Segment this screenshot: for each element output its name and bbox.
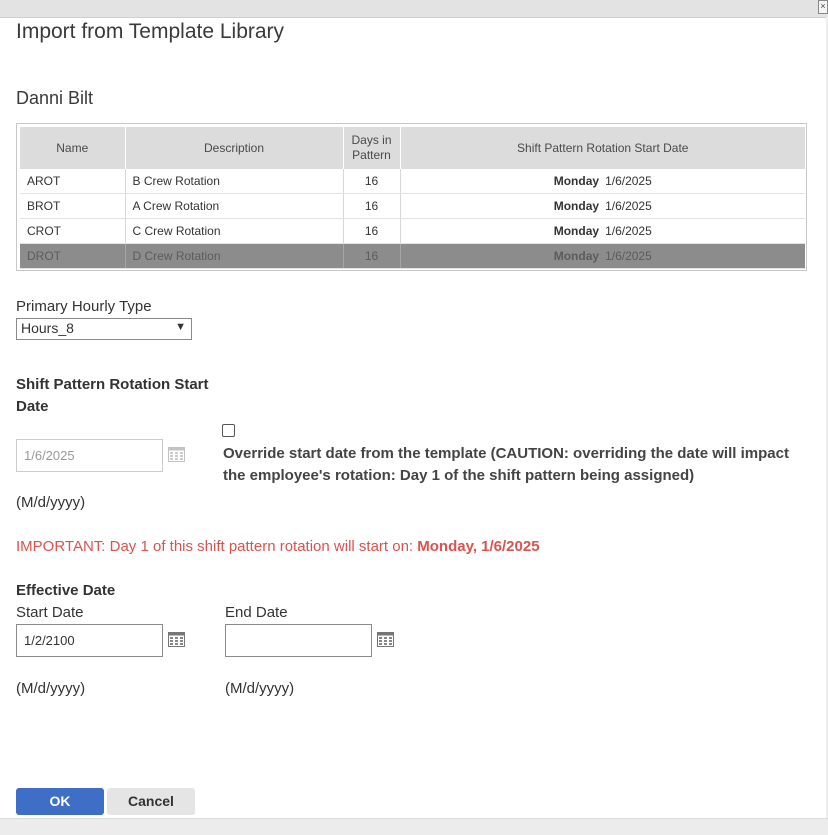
- start-date-input[interactable]: 1/2/2100: [16, 624, 163, 657]
- cell-date: 1/6/2025: [605, 174, 652, 188]
- chevron-down-icon: ▼: [175, 321, 186, 333]
- dialog-title: Import from Template Library: [16, 20, 285, 43]
- calendar-icon: [168, 447, 185, 462]
- rotation-start-date-input: 1/6/2025: [16, 439, 163, 472]
- rotation-start-label-cont: Date: [16, 398, 49, 415]
- override-start-date-label: Override start date from the template (C…: [223, 445, 789, 484]
- rotation-date-format-hint: (M/d/yyyy): [16, 494, 86, 511]
- override-start-date-checkbox[interactable]: [222, 424, 235, 437]
- table-row[interactable]: BROT A Crew Rotation 16 Monday 1/6/2025: [20, 193, 805, 219]
- cell-start-date: Monday 1/6/2025: [400, 218, 805, 244]
- table-row[interactable]: AROT B Crew Rotation 16 Monday 1/6/2025: [20, 169, 805, 194]
- column-header-rotation-start-date[interactable]: Shift Pattern Rotation Start Date: [400, 127, 805, 169]
- cell-description: A Crew Rotation: [125, 193, 344, 219]
- cell-description: C Crew Rotation: [125, 218, 344, 244]
- cell-description: B Crew Rotation: [125, 169, 344, 194]
- table-row[interactable]: CROT C Crew Rotation 16 Monday 1/6/2025: [20, 218, 805, 244]
- end-date-format-hint: (M/d/yyyy): [225, 680, 295, 697]
- effective-date-label: Effective Date: [16, 582, 116, 599]
- important-notice: IMPORTANT: Day 1 of this shift pattern r…: [16, 538, 540, 555]
- cell-start-date: Monday 1/6/2025: [400, 243, 805, 269]
- cell-name: DROT: [20, 243, 126, 269]
- cell-date: 1/6/2025: [605, 249, 652, 263]
- cell-name: BROT: [20, 193, 126, 219]
- cell-start-date: Monday 1/6/2025: [400, 193, 805, 219]
- hourly-type-value: Hours_8: [21, 320, 74, 336]
- cell-description: D Crew Rotation: [125, 243, 344, 269]
- cancel-button[interactable]: Cancel: [107, 788, 195, 815]
- calendar-icon[interactable]: [377, 632, 394, 647]
- start-date-format-hint: (M/d/yyyy): [16, 680, 86, 697]
- cell-day-of-week: Monday: [553, 199, 600, 213]
- template-table: Name Description Days in Pattern Shift P…: [16, 123, 807, 271]
- table-row-selected[interactable]: DROT D Crew Rotation 16 Monday 1/6/2025: [20, 243, 805, 269]
- cell-date: 1/6/2025: [605, 224, 652, 238]
- rotation-start-label: Shift Pattern Rotation Start: [16, 376, 209, 393]
- calendar-icon[interactable]: [168, 632, 185, 647]
- important-date: Monday, 1/6/2025: [417, 538, 540, 555]
- cell-name: AROT: [20, 169, 126, 194]
- column-header-description[interactable]: Description: [125, 127, 344, 169]
- important-prefix: IMPORTANT: Day 1 of this shift pattern r…: [16, 538, 418, 555]
- dialog-footer-bar: [0, 818, 828, 835]
- title-bar: ×: [0, 0, 828, 18]
- cell-day-of-week: Monday: [553, 249, 600, 263]
- close-icon[interactable]: ×: [818, 0, 828, 14]
- cell-date: 1/6/2025: [605, 199, 652, 213]
- cell-days: 16: [343, 218, 401, 244]
- cell-days: 16: [343, 193, 401, 219]
- cell-days: 16: [343, 169, 401, 194]
- employee-name: Danni Bilt: [16, 88, 94, 108]
- cell-name: CROT: [20, 218, 126, 244]
- column-header-name[interactable]: Name: [20, 127, 126, 169]
- cell-start-date: Monday 1/6/2025: [400, 169, 805, 194]
- start-date-label: Start Date: [16, 604, 84, 621]
- hourly-type-label: Primary Hourly Type: [16, 298, 152, 315]
- cell-day-of-week: Monday: [553, 174, 600, 188]
- table-header-row: Name Description Days in Pattern Shift P…: [20, 127, 805, 169]
- end-date-label: End Date: [225, 604, 288, 621]
- hourly-type-select[interactable]: Hours_8 ▼: [16, 318, 192, 340]
- end-date-input[interactable]: [225, 624, 372, 657]
- cell-day-of-week: Monday: [553, 224, 600, 238]
- column-header-days-in-pattern[interactable]: Days in Pattern: [343, 127, 401, 169]
- cell-days: 16: [343, 243, 401, 269]
- ok-button[interactable]: OK: [16, 788, 104, 815]
